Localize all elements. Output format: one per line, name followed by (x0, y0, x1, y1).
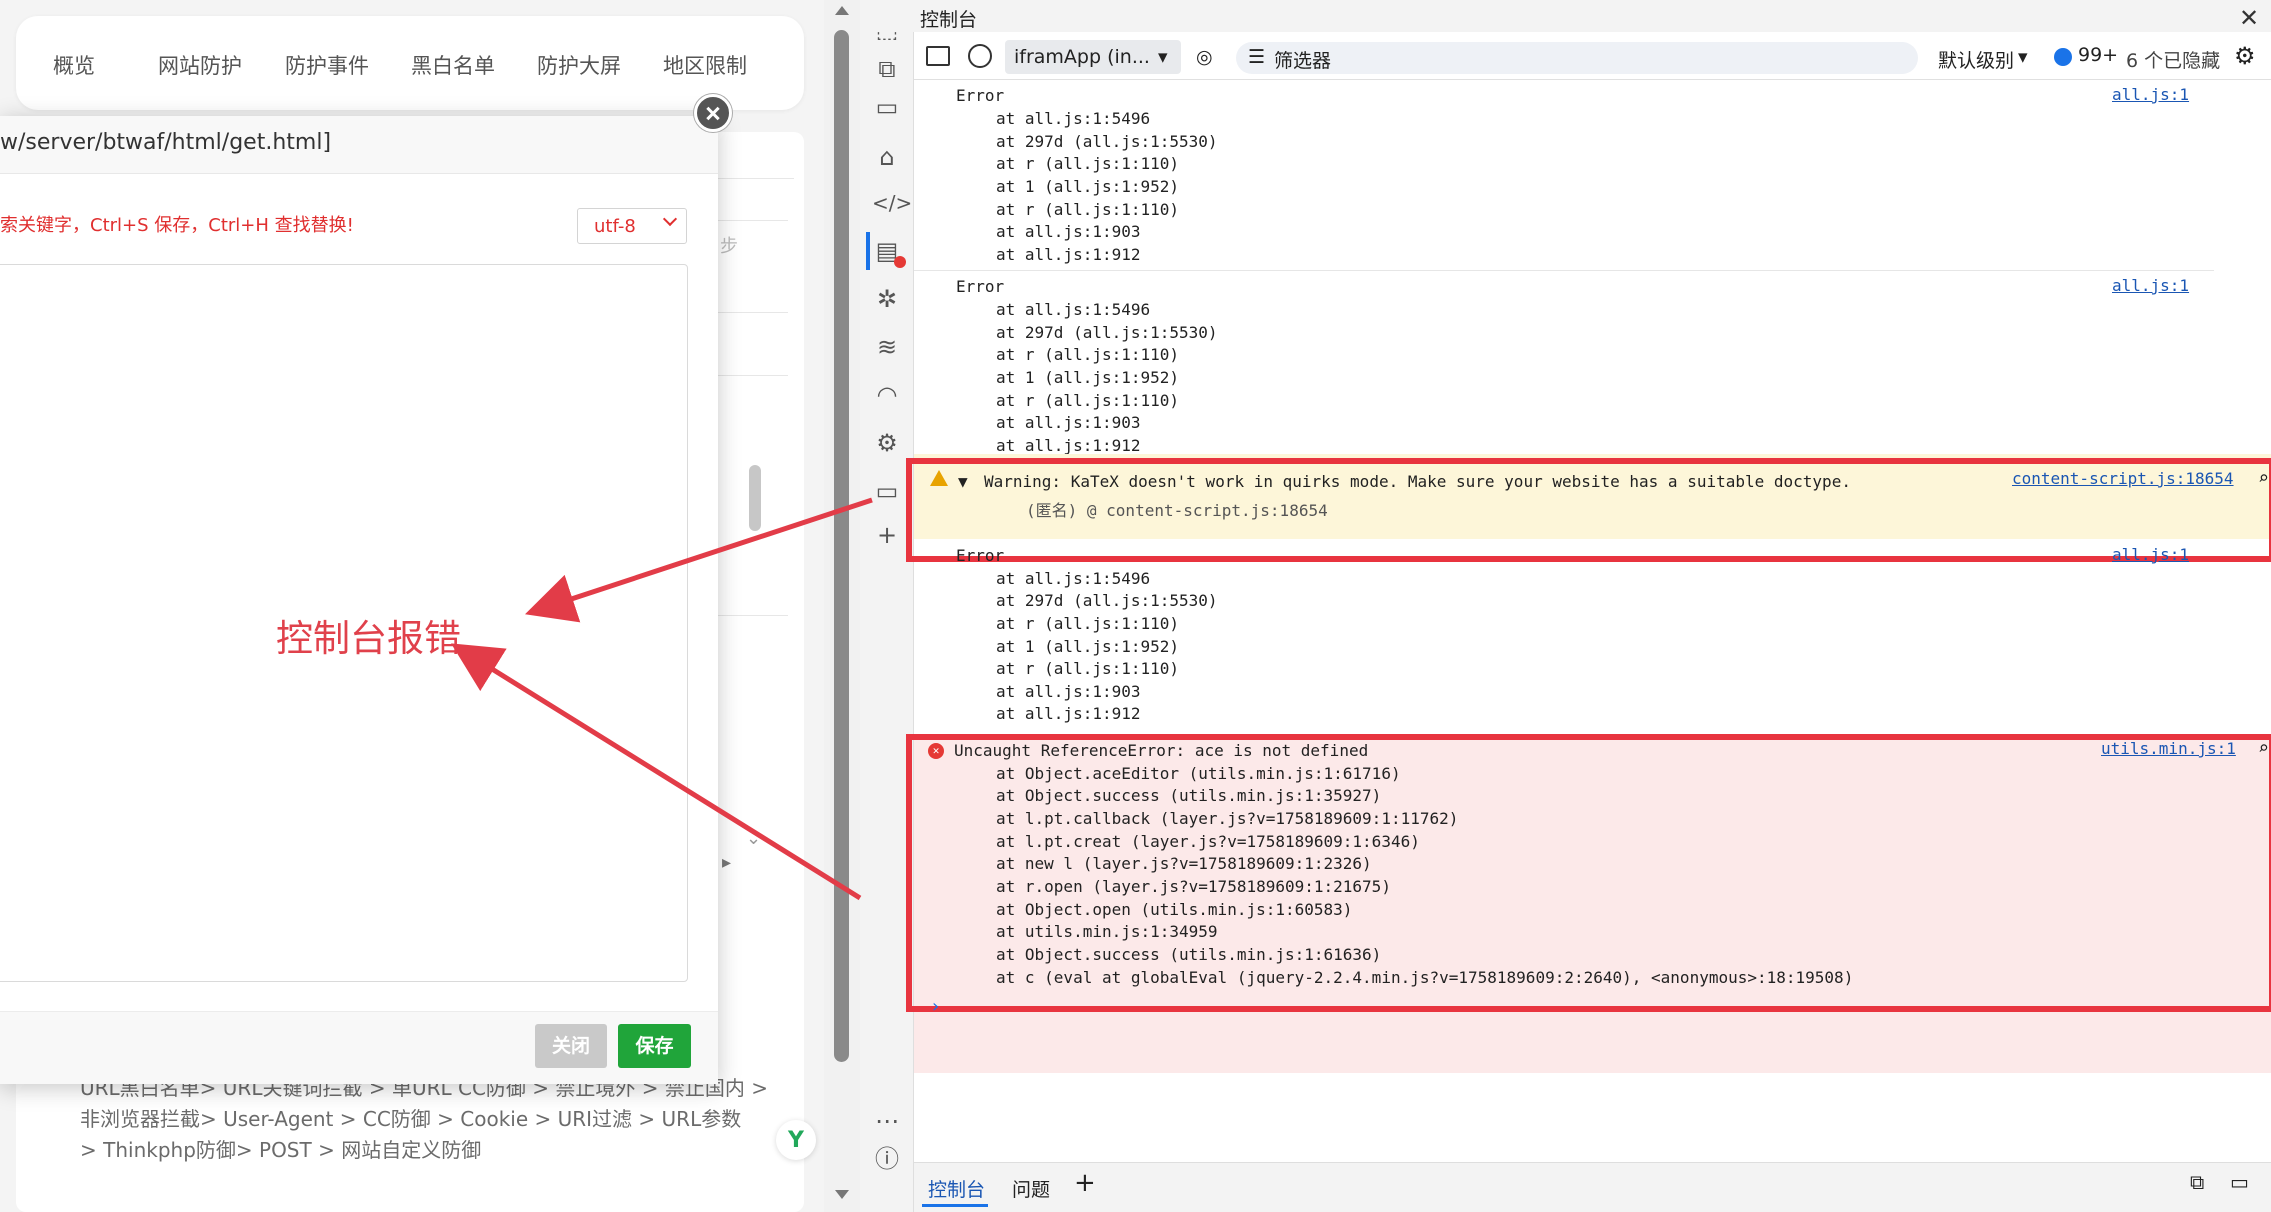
arrow-to-error (451, 643, 862, 901)
arrow-to-warning (525, 497, 873, 623)
annotation-arrows (451, 497, 873, 901)
